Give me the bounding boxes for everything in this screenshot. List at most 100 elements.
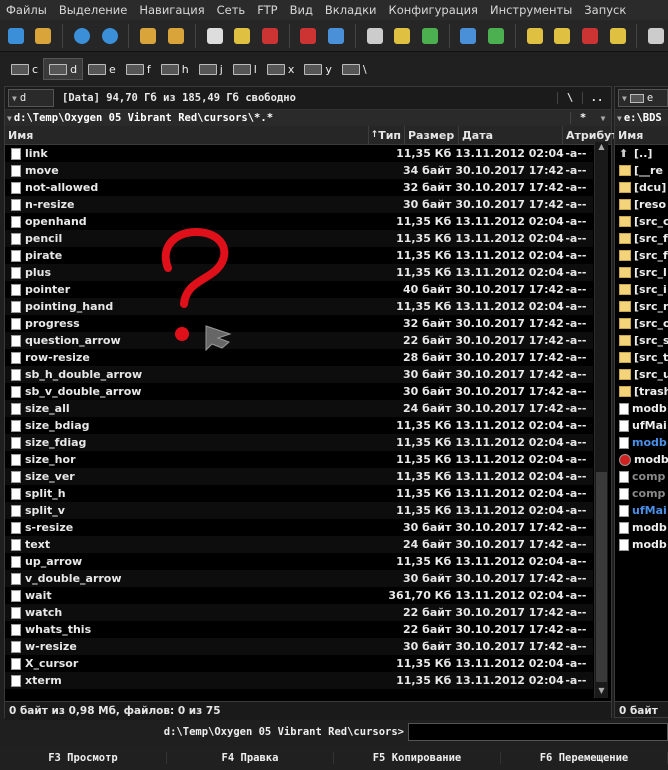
history-dropdown-icon[interactable]: ▼ (615, 114, 624, 123)
scroll-down-icon[interactable]: ▼ (596, 686, 607, 698)
drive-button[interactable]: f (121, 59, 156, 79)
file-row[interactable]: pirate 11,35 Кб 13.11.2012 02:04 -a-- (5, 247, 593, 264)
file-row[interactable]: row-resize 28 байт 30.10.2017 17:42 -a-- (5, 349, 593, 366)
scroll-up-icon[interactable]: ▲ (596, 142, 607, 154)
file-row[interactable]: v_double_arrow 30 байт 30.10.2017 17:42 -a-… (5, 570, 593, 587)
edit-icon[interactable] (230, 24, 254, 48)
right-list-item[interactable]: modb (615, 536, 668, 553)
menu-item[interactable]: Инструменты (484, 3, 578, 17)
command-line-input[interactable] (408, 723, 668, 741)
tree-icon[interactable] (578, 24, 602, 48)
file-row[interactable]: w-resize 30 байт 30.10.2017 17:42 -a-- (5, 638, 593, 655)
root-button[interactable]: \ (557, 92, 582, 104)
file-row[interactable]: size_all 24 байт 30.10.2017 17:42 -a-- (5, 400, 593, 417)
filter-button[interactable]: * (570, 112, 595, 124)
file-row[interactable]: not-allowed 32 байт 30.10.2017 17:42 -a-- (5, 179, 593, 196)
right-list-item[interactable]: modb (615, 451, 668, 468)
more-icon[interactable] (644, 24, 668, 48)
function-key-button[interactable]: F3 Просмотр (0, 752, 167, 764)
file-row[interactable]: xterm 11,35 Кб 13.11.2012 02:04 -a-- (5, 672, 593, 689)
file-row[interactable]: split_v 11,35 Кб 13.11.2012 02:04 -a-- (5, 502, 593, 519)
menu-item[interactable]: Файлы (0, 3, 53, 17)
drive-button[interactable]: d (43, 58, 84, 80)
file-row[interactable]: size_hor 11,35 Кб 13.11.2012 02:04 -a-- (5, 451, 593, 468)
unpack-icon[interactable] (164, 24, 188, 48)
back-icon[interactable] (70, 24, 94, 48)
drive-button[interactable]: x (262, 59, 300, 79)
view-icon[interactable] (457, 24, 481, 48)
right-list-item[interactable]: [src_i (615, 281, 668, 298)
file-row[interactable]: n-resize 30 байт 30.10.2017 17:42 -a-- (5, 196, 593, 213)
col-date-header[interactable]: Дата (459, 126, 563, 144)
menu-item[interactable]: Выделение (53, 3, 134, 17)
right-list-item[interactable]: modb (615, 519, 668, 536)
right-list-item[interactable]: modb (615, 400, 668, 417)
menu-item[interactable]: Вкладки (319, 3, 383, 17)
function-key-button[interactable]: F4 Правка (167, 752, 334, 764)
pack-icon[interactable] (136, 24, 160, 48)
file-row[interactable]: plus 11,35 Кб 13.11.2012 02:04 -a-- (5, 264, 593, 281)
file-row[interactable]: question_arrow 22 байт 30.10.2017 17:42 -a-… (5, 332, 593, 349)
forward-icon[interactable] (98, 24, 122, 48)
scroll-thumb[interactable] (596, 472, 607, 682)
right-list-item[interactable]: [__re (615, 162, 668, 179)
right-list-item[interactable]: [src_s (615, 332, 668, 349)
left-scrollbar[interactable]: ▲ ▼ (594, 142, 608, 698)
function-key-button[interactable]: F5 Копирование (334, 752, 501, 764)
left-path-bar[interactable]: ▼ d:\Temp\Oxygen 05 Vibrant Red\cursors\… (5, 109, 611, 126)
col-size-header[interactable]: Размер (405, 126, 459, 144)
select-icon[interactable] (203, 24, 227, 48)
file-row[interactable]: X_cursor 11,35 Кб 13.11.2012 02:04 -a-- (5, 655, 593, 672)
file-row[interactable]: split_h 11,35 Кб 13.11.2012 02:04 -a-- (5, 485, 593, 502)
file-row[interactable]: pointer 40 байт 30.10.2017 17:42 -a-- (5, 281, 593, 298)
file-row[interactable]: openhand 11,35 Кб 13.11.2012 02:04 -a-- (5, 213, 593, 230)
drive-button[interactable]: c (6, 59, 43, 79)
right-list-item[interactable]: [dcu] (615, 179, 668, 196)
right-list-item[interactable]: ufMai (615, 502, 668, 519)
search-icon[interactable] (363, 24, 387, 48)
file-row[interactable]: wait 361,70 Кб 13.11.2012 02:04 -a-- (5, 587, 593, 604)
view-settings-icon[interactable] (32, 24, 56, 48)
history-dropdown-icon[interactable]: ▼ (5, 114, 14, 123)
brief-view-icon[interactable] (551, 24, 575, 48)
file-row[interactable]: watch 22 байт 30.10.2017 17:42 -a-- (5, 604, 593, 621)
right-list-item[interactable]: [src_c (615, 213, 668, 230)
right-list-item[interactable]: [src_u (615, 366, 668, 383)
col-type-header[interactable]: ↑ Тип (369, 126, 405, 144)
right-list-item[interactable]: [src_o (615, 315, 668, 332)
right-list-item[interactable]: comp (615, 485, 668, 502)
file-row[interactable]: pointing_hand 11,35 Кб 13.11.2012 02:04 -a-… (5, 298, 593, 315)
refresh-icon[interactable] (4, 24, 28, 48)
ftp-icon[interactable] (297, 24, 321, 48)
file-row[interactable]: size_ver 11,35 Кб 13.11.2012 02:04 -a-- (5, 468, 593, 485)
file-row[interactable]: link 11,35 Кб 13.11.2012 02:04 -a-- (5, 145, 593, 162)
drive-button[interactable]: h (156, 59, 194, 79)
right-list-item[interactable]: [reso (615, 196, 668, 213)
drive-button[interactable]: y (299, 59, 337, 79)
right-list-item[interactable]: [src_t (615, 349, 668, 366)
drive-button[interactable]: j (194, 59, 228, 79)
drive-button[interactable]: \ (337, 59, 372, 79)
sync-icon[interactable] (390, 24, 414, 48)
multi-rename-icon[interactable] (258, 24, 282, 48)
file-row[interactable]: progress 32 байт 30.10.2017 17:42 -a-- (5, 315, 593, 332)
right-list-item[interactable]: comp (615, 468, 668, 485)
file-row[interactable]: s-resize 30 байт 30.10.2017 17:42 -a-- (5, 519, 593, 536)
menu-item[interactable]: Сеть (211, 3, 252, 17)
left-drive-combo[interactable]: ▼ d (8, 89, 54, 107)
right-list-item[interactable]: [trash (615, 383, 668, 400)
right-list-item[interactable]: [src_l (615, 264, 668, 281)
open-icon[interactable] (484, 24, 508, 48)
filter-dropdown-icon[interactable]: ▼ (595, 114, 611, 123)
right-list-item[interactable]: ufMai (615, 417, 668, 434)
file-row[interactable]: sb_v_double_arrow 30 байт 30.10.2017 17:42… (5, 383, 593, 400)
right-list-item[interactable]: [src_r (615, 298, 668, 315)
file-row[interactable]: pencil 11,35 Кб 13.11.2012 02:04 -a-- (5, 230, 593, 247)
menu-item[interactable]: FTP (251, 3, 283, 17)
file-row[interactable]: size_fdiag 11,35 Кб 13.11.2012 02:04 -a-- (5, 434, 593, 451)
copy-names-icon[interactable] (418, 24, 442, 48)
file-row[interactable]: size_bdiag 11,35 Кб 13.11.2012 02:04 -a-- (5, 417, 593, 434)
right-list-item[interactable]: [src_f (615, 230, 668, 247)
file-row[interactable]: whats_this 22 байт 30.10.2017 17:42 -a-- (5, 621, 593, 638)
url-icon[interactable] (324, 24, 348, 48)
